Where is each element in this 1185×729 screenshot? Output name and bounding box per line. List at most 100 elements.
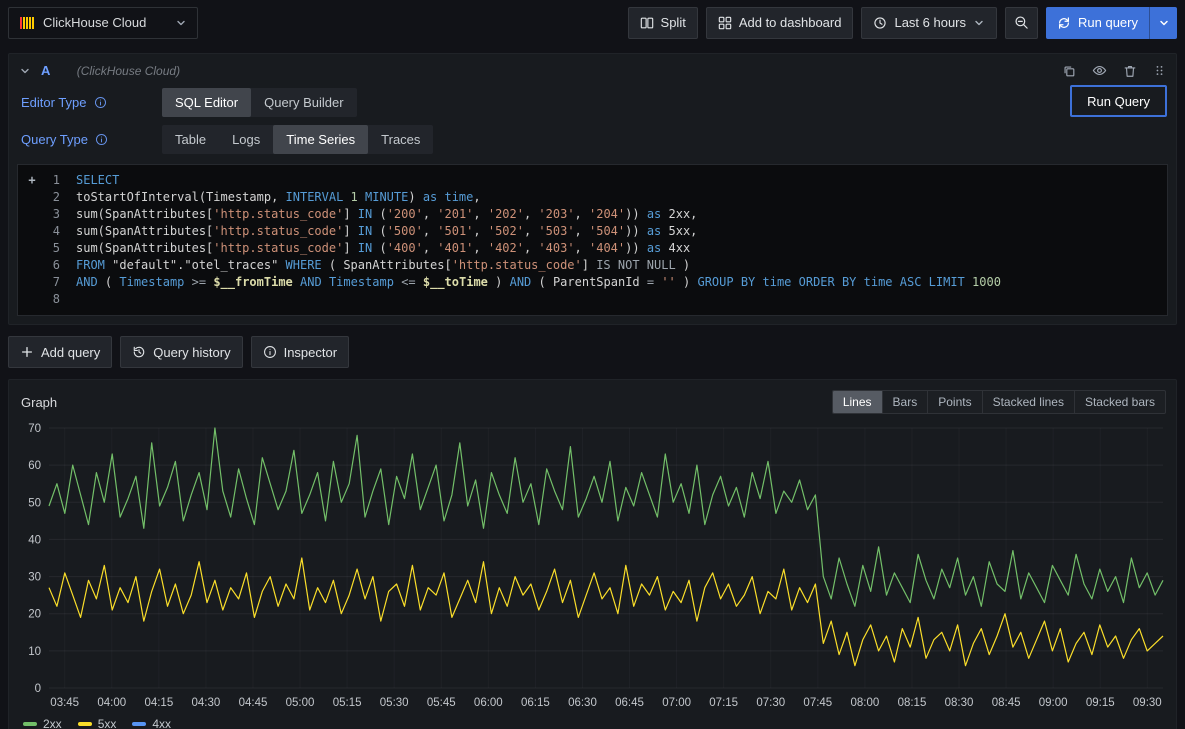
code-text: sum(SpanAttributes['http.status_code'] I… (76, 206, 697, 223)
code-line: 5sum(SpanAttributes['http.status_code'] … (24, 240, 1161, 257)
legend-item-5xx[interactable]: 5xx (78, 717, 117, 729)
zoom-out-button[interactable] (1005, 7, 1038, 39)
panel-run-query-button[interactable]: Run Query (1070, 85, 1167, 117)
legend-label: 2xx (43, 717, 62, 729)
run-query-dropdown-caret[interactable] (1149, 7, 1177, 39)
add-query-button[interactable]: Add query (8, 336, 112, 368)
series-line-5xx (49, 558, 1163, 666)
info-icon[interactable] (94, 96, 107, 109)
line-number: 8 (40, 291, 60, 308)
x-tick-label: 06:00 (474, 697, 503, 709)
editor-type-option-sql-editor[interactable]: SQL Editor (162, 88, 251, 117)
x-tick-label: 04:45 (239, 697, 268, 709)
history-icon (132, 345, 146, 359)
code-line: 3 sum(SpanAttributes['http.status_code'] … (24, 206, 1161, 223)
line-number: 7 (40, 274, 60, 291)
code-text: sum(SpanAttributes['http.status_code'] I… (76, 223, 697, 240)
time-range-button[interactable]: Last 6 hours (861, 7, 997, 39)
eye-icon[interactable] (1092, 63, 1107, 78)
datasource-picker[interactable]: ClickHouse Cloud (8, 7, 198, 39)
sql-code-lines: +1SELECT 2toStartOfInterval(Timestamp, I… (24, 172, 1161, 308)
code-text: AND ( Timestamp >= $__fromTime AND Times… (76, 274, 1001, 291)
code-line: 8 (24, 291, 1161, 308)
line-number: 2 (40, 189, 60, 206)
drag-handle-icon[interactable] (1153, 64, 1166, 77)
x-tick-label: 07:15 (709, 697, 738, 709)
code-line: 4sum(SpanAttributes['http.status_code'] … (24, 223, 1161, 240)
chevron-down-icon (973, 17, 985, 29)
legend-label: 4xx (152, 717, 171, 729)
y-tick-label: 0 (35, 683, 41, 695)
run-query-button[interactable]: Run query (1046, 7, 1177, 39)
code-line: 7 AND ( Timestamp >= $__fromTime AND Time… (24, 274, 1161, 291)
graph-panel: Graph LinesBarsPointsStacked linesStacke… (8, 379, 1177, 729)
graph-header: Graph LinesBarsPointsStacked linesStacke… (17, 388, 1168, 422)
query-header: A (ClickHouse Cloud) (9, 54, 1176, 82)
query-type-tab-time-series[interactable]: Time Series (273, 125, 368, 154)
editor-type-option-query-builder[interactable]: Query Builder (251, 88, 356, 117)
plus-icon (20, 345, 34, 359)
y-tick-label: 70 (28, 423, 41, 435)
split-button[interactable]: Split (628, 7, 698, 39)
x-tick-label: 07:45 (803, 697, 832, 709)
x-tick-label: 08:00 (850, 697, 879, 709)
query-type-group: TableLogsTime SeriesTraces (162, 125, 433, 154)
topbar-actions: Split Add to dashboard Last 6 hours (628, 7, 1177, 39)
x-tick-label: 09:15 (1086, 697, 1115, 709)
topbar: ClickHouse Cloud Split Add to dashboard (0, 0, 1185, 45)
sql-editor[interactable]: +1SELECT 2toStartOfInterval(Timestamp, I… (17, 164, 1168, 316)
x-tick-label: 05:15 (333, 697, 362, 709)
sync-icon (1057, 16, 1071, 30)
x-tick-label: 03:45 (50, 697, 79, 709)
info-icon[interactable] (95, 133, 108, 146)
inspector-button[interactable]: Inspector (251, 336, 349, 368)
query-type-tab-table[interactable]: Table (162, 125, 219, 154)
graph-mode-stacked-lines[interactable]: Stacked lines (982, 391, 1074, 413)
query-type-label: Query Type (17, 132, 162, 147)
add-to-dashboard-button[interactable]: Add to dashboard (706, 7, 854, 39)
graph-mode-points[interactable]: Points (927, 391, 981, 413)
split-label: Split (661, 15, 686, 30)
query-editor-panel: A (ClickHouse Cloud) Editor Type (8, 53, 1177, 325)
editor-type-label: Editor Type (17, 95, 162, 110)
code-line: 6FROM "default"."otel_traces" WHERE ( Sp… (24, 257, 1161, 274)
code-text: SELECT (76, 172, 119, 189)
info-icon (263, 345, 277, 359)
legend-swatch (132, 722, 146, 726)
line-number: 6 (40, 257, 60, 274)
legend-item-2xx[interactable]: 2xx (23, 717, 62, 729)
x-tick-label: 09:00 (1039, 697, 1068, 709)
copy-query-icon[interactable] (1062, 64, 1076, 78)
graph-title: Graph (21, 395, 57, 410)
time-range-label: Last 6 hours (894, 15, 966, 30)
x-tick-label: 04:30 (192, 697, 221, 709)
clock-icon (873, 16, 887, 30)
x-tick-label: 08:45 (992, 697, 1021, 709)
time-series-chart[interactable]: 01020304050607003:4504:0004:1504:3004:45… (17, 422, 1168, 714)
zoom-out-icon (1014, 15, 1029, 30)
y-tick-label: 50 (28, 497, 41, 509)
add-field-icon (24, 274, 40, 291)
run-query-label: Run query (1078, 15, 1138, 30)
legend-item-4xx[interactable]: 4xx (132, 717, 171, 729)
y-tick-label: 20 (28, 609, 41, 621)
x-tick-label: 08:15 (898, 697, 927, 709)
graph-mode-stacked-bars[interactable]: Stacked bars (1074, 391, 1165, 413)
collapse-chevron-icon[interactable] (19, 65, 31, 77)
clickhouse-logo-icon (19, 15, 35, 31)
legend-label: 5xx (98, 717, 117, 729)
add-field-icon (24, 223, 40, 240)
apps-icon (718, 16, 732, 30)
line-number: 3 (40, 206, 60, 223)
query-ref-id: A (41, 63, 51, 78)
query-type-tab-traces[interactable]: Traces (368, 125, 433, 154)
query-type-tab-logs[interactable]: Logs (219, 125, 273, 154)
x-tick-label: 04:15 (144, 697, 173, 709)
x-tick-label: 07:00 (662, 697, 691, 709)
add-field-icon: + (24, 172, 40, 189)
query-datasource-hint: (ClickHouse Cloud) (77, 64, 180, 78)
graph-mode-bars[interactable]: Bars (882, 391, 928, 413)
graph-mode-lines[interactable]: Lines (833, 391, 882, 413)
trash-icon[interactable] (1123, 64, 1137, 78)
query-history-button[interactable]: Query history (120, 336, 242, 368)
